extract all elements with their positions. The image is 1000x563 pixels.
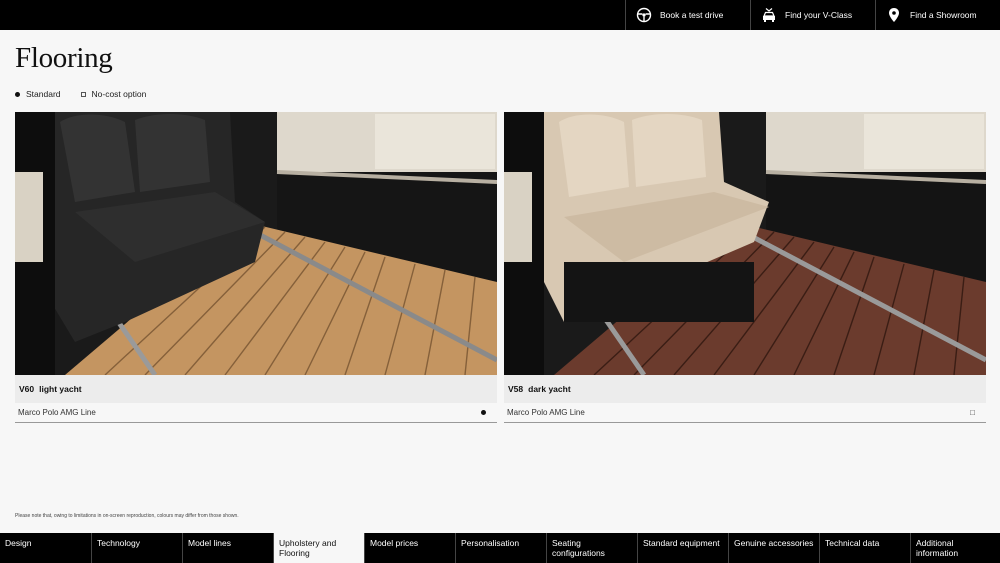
nav-item-standard-equipment[interactable]: Standard equipment: [637, 533, 728, 563]
find-showroom-button[interactable]: Find a Showroom: [875, 0, 1000, 30]
find-v-class-label: Find your V-Class: [785, 10, 853, 20]
book-test-drive-label: Book a test drive: [660, 10, 724, 20]
book-test-drive-button[interactable]: Book a test drive: [625, 0, 750, 30]
footnote: Please note that, owing to limitations i…: [15, 513, 239, 519]
flooring-image-light-yacht: [15, 112, 497, 375]
model-line-row: Marco Polo AMG Line: [15, 403, 497, 423]
model-line-row: Marco Polo AMG Line □: [504, 403, 986, 423]
nav-item-design[interactable]: Design: [0, 533, 91, 563]
top-bar: Book a test drive Find your V-Class Find…: [0, 0, 1000, 30]
flooring-name: light yacht: [39, 384, 82, 394]
flooring-image-dark-yacht: [504, 112, 986, 375]
model-line-label: Marco Polo AMG Line: [507, 408, 585, 417]
nav-item-personalisation[interactable]: Personalisation: [455, 533, 546, 563]
car-search-icon: [761, 7, 777, 23]
flooring-name: dark yacht: [528, 384, 571, 394]
nav-item-additional-information[interactable]: Additional information: [910, 533, 1000, 563]
page-title: Flooring: [15, 42, 113, 74]
find-v-class-button[interactable]: Find your V-Class: [750, 0, 875, 30]
nav-item-seating-configurations[interactable]: Seating configurations: [546, 533, 637, 563]
bottom-navigation: Design Technology Model lines Upholstery…: [0, 533, 1000, 563]
nav-item-model-lines[interactable]: Model lines: [182, 533, 273, 563]
flooring-card-dark-yacht: V58 dark yacht Marco Polo AMG Line □: [504, 112, 986, 423]
nav-item-upholstery-flooring[interactable]: Upholstery and Flooring: [273, 533, 364, 563]
no-cost-square-icon: [80, 91, 86, 97]
standard-dot-icon: [481, 410, 486, 415]
flooring-card-light-yacht: V60 light yacht Marco Polo AMG Line: [15, 112, 497, 423]
legend-no-cost-label: No-cost option: [91, 89, 147, 99]
no-cost-mark: □: [970, 408, 975, 417]
flooring-code: V58: [508, 384, 524, 394]
flooring-code-row: V58 dark yacht: [504, 375, 986, 403]
availability-legend: Standard No-cost option: [15, 89, 146, 99]
nav-item-genuine-accessories[interactable]: Genuine accessories: [728, 533, 819, 563]
standard-dot-icon: [15, 91, 20, 97]
find-showroom-label: Find a Showroom: [910, 10, 977, 20]
flooring-code: V60: [19, 384, 35, 394]
location-pin-icon: [886, 7, 902, 23]
nav-item-technical-data[interactable]: Technical data: [819, 533, 910, 563]
nav-item-technology[interactable]: Technology: [91, 533, 182, 563]
model-line-label: Marco Polo AMG Line: [18, 408, 96, 417]
legend-standard-label: Standard: [26, 89, 61, 99]
nav-item-model-prices[interactable]: Model prices: [364, 533, 455, 563]
steering-wheel-icon: [636, 7, 652, 23]
flooring-code-row: V60 light yacht: [15, 375, 497, 403]
